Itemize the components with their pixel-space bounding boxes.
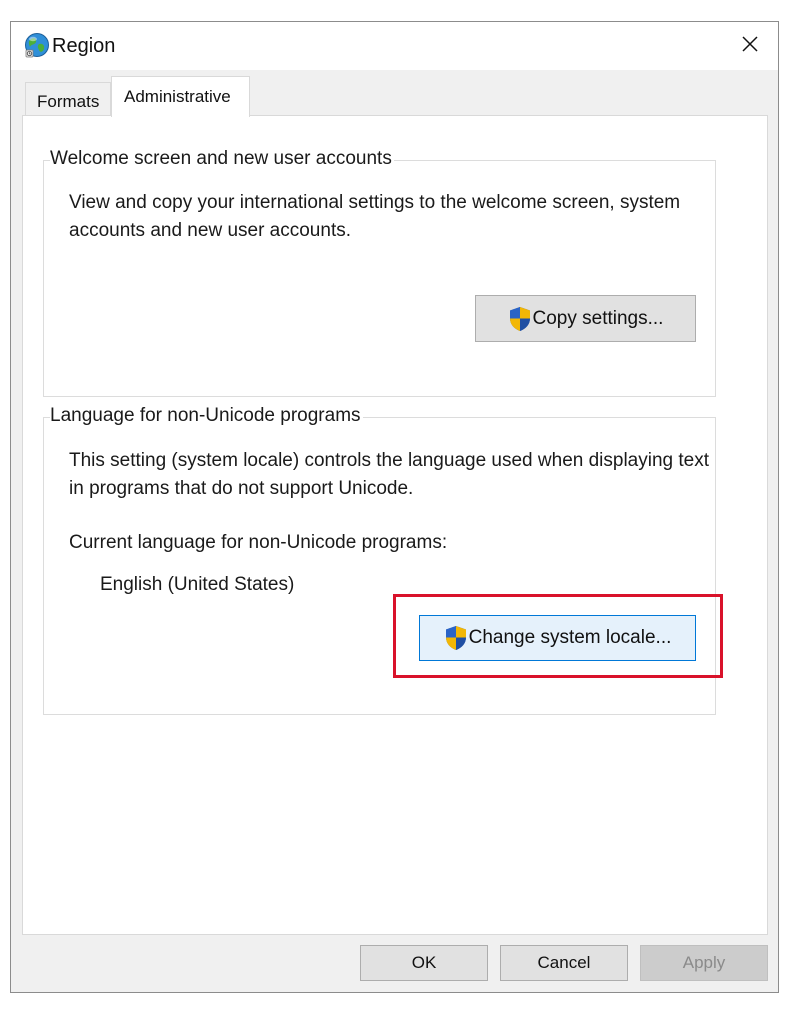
uac-shield-icon	[445, 626, 466, 650]
non-unicode-group: Language for non-Unicode programs This s…	[43, 405, 716, 715]
apply-button[interactable]: Apply	[640, 945, 768, 981]
non-unicode-group-description: This setting (system locale) controls th…	[69, 450, 710, 499]
welcome-screen-group: Welcome screen and new user accounts Vie…	[43, 148, 716, 397]
uac-shield-icon	[509, 306, 530, 331]
non-unicode-group-legend: Language for non-Unicode programs	[50, 405, 363, 427]
current-language-label: Current language for non-Unicode program…	[69, 532, 448, 553]
window-title: Region	[52, 35, 116, 57]
globe-icon	[25, 33, 49, 58]
tab-administrative[interactable]: Administrative	[111, 76, 250, 117]
close-icon	[742, 36, 758, 52]
change-system-locale-button[interactable]: Change system locale...	[419, 615, 696, 661]
change-system-locale-label: Change system locale...	[468, 627, 672, 648]
copy-settings-label: Copy settings...	[532, 307, 664, 329]
welcome-group-legend: Welcome screen and new user accounts	[50, 148, 394, 170]
welcome-group-description: View and copy your international setting…	[69, 192, 681, 241]
current-language-value: English (United States)	[100, 574, 295, 595]
tab-formats[interactable]: Formats	[25, 82, 111, 116]
title-bar[interactable]: Region	[11, 22, 778, 70]
region-dialog: Region Formats Administrative Welcome sc…	[10, 21, 779, 993]
ok-button[interactable]: OK	[360, 945, 488, 981]
copy-settings-button[interactable]: Copy settings...	[475, 295, 696, 342]
close-button[interactable]	[722, 22, 778, 66]
cancel-button[interactable]: Cancel	[500, 945, 628, 981]
administrative-panel: Welcome screen and new user accounts Vie…	[22, 115, 768, 935]
